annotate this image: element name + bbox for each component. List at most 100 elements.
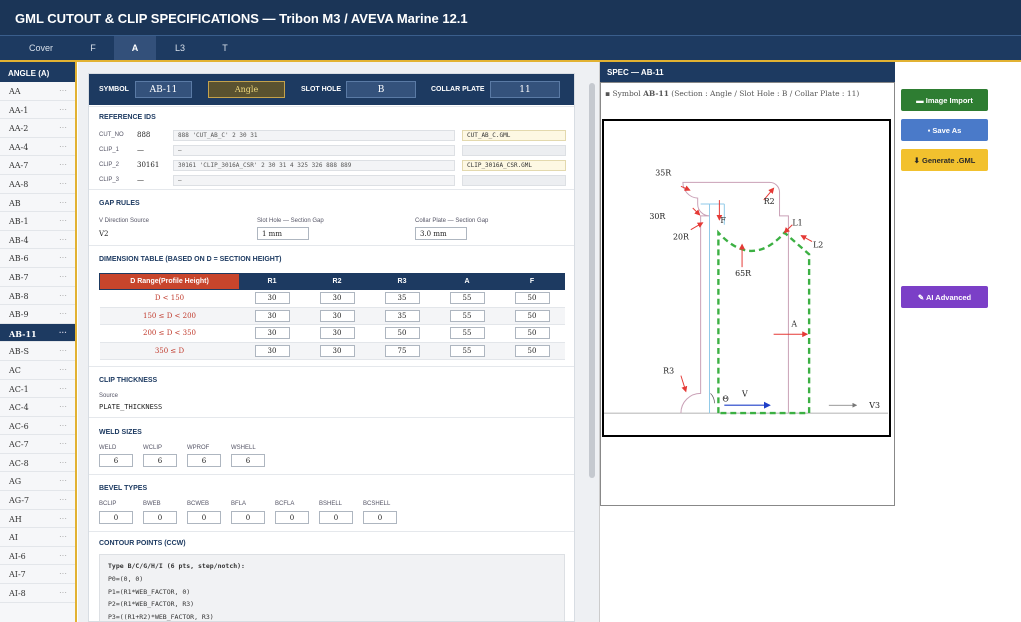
ref-field[interactable]: 888 'CUT_AB_C' 2 30 31 — [173, 130, 455, 141]
section-type-field[interactable]: Angle — [208, 81, 285, 98]
sidebar-item[interactable]: AA-2 ··· — [0, 119, 75, 138]
weld_sizes-input[interactable]: 6 — [143, 454, 177, 467]
more-icon[interactable]: ··· — [59, 514, 67, 523]
sidebar-item[interactable]: AB-8 ··· — [0, 287, 75, 306]
ref-field[interactable]: — — [173, 145, 455, 156]
sidebar-item[interactable]: AA ··· — [0, 82, 75, 101]
more-icon[interactable]: ··· — [59, 216, 67, 225]
bevel_types-input[interactable]: 0 — [143, 511, 177, 524]
dimension-input-f[interactable]: 50 — [514, 309, 550, 322]
more-icon[interactable]: ··· — [59, 291, 67, 300]
tab-t[interactable]: T — [210, 36, 240, 60]
more-icon[interactable]: ··· — [59, 346, 67, 355]
more-icon[interactable]: ··· — [59, 105, 67, 114]
dimension-input-r3[interactable]: 50 — [384, 327, 420, 340]
more-icon[interactable]: ··· — [59, 439, 67, 448]
sidebar-item[interactable]: AI-8 ··· — [0, 584, 75, 603]
tab-f[interactable]: F — [82, 36, 104, 60]
ref-gml-field[interactable] — [462, 145, 566, 156]
dimension-input-r1[interactable]: 30 — [254, 327, 290, 340]
dimension-input-a[interactable]: 55 — [449, 309, 485, 322]
sidebar-item[interactable]: AC-6 ··· — [0, 417, 75, 436]
more-icon[interactable]: ··· — [59, 309, 67, 318]
sidebar-item[interactable]: AC-4 ··· — [0, 398, 75, 417]
sidebar-item[interactable]: AC-1 ··· — [0, 380, 75, 399]
bevel_types-input[interactable]: 0 — [275, 511, 309, 524]
dimension-input-a[interactable]: 55 — [449, 327, 485, 340]
sidebar-item[interactable]: AB-4 ··· — [0, 231, 75, 250]
ref-gml-field[interactable]: CUT_AB_C.GML — [462, 130, 566, 141]
dimension-input-r2[interactable]: 30 — [319, 309, 355, 322]
sidebar-item[interactable]: AA-8 ··· — [0, 175, 75, 194]
more-icon[interactable]: ··· — [59, 179, 67, 188]
sidebar-item[interactable]: AC-8 ··· — [0, 454, 75, 473]
slot-hole-field[interactable]: B — [346, 81, 416, 98]
collar-gap-input[interactable]: 3.0 mm — [415, 227, 467, 240]
more-icon[interactable]: ··· — [59, 365, 67, 374]
more-icon[interactable]: ··· — [59, 235, 67, 244]
dimension-input-f[interactable]: 50 — [514, 292, 550, 305]
more-icon[interactable]: ··· — [59, 551, 67, 560]
sidebar-item[interactable]: AC ··· — [0, 361, 75, 380]
save-as-button[interactable]: ▪ Save As — [901, 119, 988, 141]
more-icon[interactable]: ··· — [59, 198, 67, 207]
more-icon[interactable]: ··· — [59, 458, 67, 467]
more-icon[interactable]: ··· — [59, 569, 67, 578]
image-import-button[interactable]: ▬ Image Import — [901, 89, 988, 111]
more-icon[interactable]: ··· — [59, 160, 67, 169]
more-icon[interactable]: ··· — [59, 402, 67, 411]
more-icon[interactable]: ··· — [59, 328, 67, 337]
sidebar-item[interactable]: AB-11 ··· — [0, 323, 75, 343]
sidebar-item[interactable]: AA-7 ··· — [0, 156, 75, 175]
ref-gml-field[interactable] — [462, 175, 566, 186]
ref-field[interactable]: — — [173, 175, 455, 186]
dimension-input-f[interactable]: 50 — [514, 344, 550, 357]
more-icon[interactable]: ··· — [59, 532, 67, 541]
sidebar-item[interactable]: AB-9 ··· — [0, 305, 75, 324]
more-icon[interactable]: ··· — [59, 495, 67, 504]
tab-cover[interactable]: Cover — [0, 36, 82, 60]
more-icon[interactable]: ··· — [59, 476, 67, 485]
sidebar-item[interactable]: AG-7 ··· — [0, 491, 75, 510]
slot-gap-input[interactable]: 1 mm — [257, 227, 309, 240]
weld_sizes-input[interactable]: 6 — [231, 454, 265, 467]
bevel_types-input[interactable]: 0 — [187, 511, 221, 524]
sidebar-item[interactable]: AA-4 ··· — [0, 138, 75, 157]
dimension-input-r3[interactable]: 35 — [384, 292, 420, 305]
sidebar-item[interactable]: AB-1 ··· — [0, 212, 75, 231]
sidebar-item[interactable]: AB ··· — [0, 194, 75, 213]
dimension-input-r3[interactable]: 75 — [384, 344, 420, 357]
sidebar-item[interactable]: AB-S ··· — [0, 342, 75, 361]
bevel_types-input[interactable]: 0 — [363, 511, 397, 524]
dimension-input-r3[interactable]: 35 — [384, 309, 420, 322]
tab-l3[interactable]: L3 — [165, 36, 195, 60]
more-icon[interactable]: ··· — [59, 421, 67, 430]
dimension-input-a[interactable]: 55 — [449, 292, 485, 305]
sidebar-item[interactable]: AC-7 ··· — [0, 435, 75, 454]
ref-gml-field[interactable]: CLIP_3016A_CSR.GML — [462, 160, 566, 171]
ref-field[interactable]: 30161 'CLIP_3016A_CSR' 2 30 31 4 325 326… — [173, 160, 455, 171]
more-icon[interactable]: ··· — [59, 588, 67, 597]
tab-a[interactable]: A — [114, 36, 156, 60]
more-icon[interactable]: ··· — [59, 123, 67, 132]
more-icon[interactable]: ··· — [59, 142, 67, 151]
weld_sizes-input[interactable]: 6 — [187, 454, 221, 467]
ai-advanced-button[interactable]: ✎ AI Advanced — [901, 286, 988, 308]
sidebar-item[interactable]: AI ··· — [0, 528, 75, 547]
dimension-input-r1[interactable]: 30 — [254, 344, 290, 357]
sidebar-item[interactable]: AB-7 ··· — [0, 268, 75, 287]
more-icon[interactable]: ··· — [59, 86, 67, 95]
bevel_types-input[interactable]: 0 — [319, 511, 353, 524]
bevel_types-input[interactable]: 0 — [231, 511, 265, 524]
more-icon[interactable]: ··· — [59, 272, 67, 281]
more-icon[interactable]: ··· — [59, 253, 67, 262]
dimension-input-r1[interactable]: 30 — [254, 309, 290, 322]
more-icon[interactable]: ··· — [59, 384, 67, 393]
bevel_types-input[interactable]: 0 — [99, 511, 133, 524]
dimension-input-f[interactable]: 50 — [514, 327, 550, 340]
dimension-input-a[interactable]: 55 — [449, 344, 485, 357]
generate-gml-button[interactable]: ⬇ Generate .GML — [901, 149, 988, 171]
dimension-input-r2[interactable]: 30 — [319, 327, 355, 340]
weld_sizes-input[interactable]: 6 — [99, 454, 133, 467]
dimension-input-r2[interactable]: 30 — [319, 344, 355, 357]
